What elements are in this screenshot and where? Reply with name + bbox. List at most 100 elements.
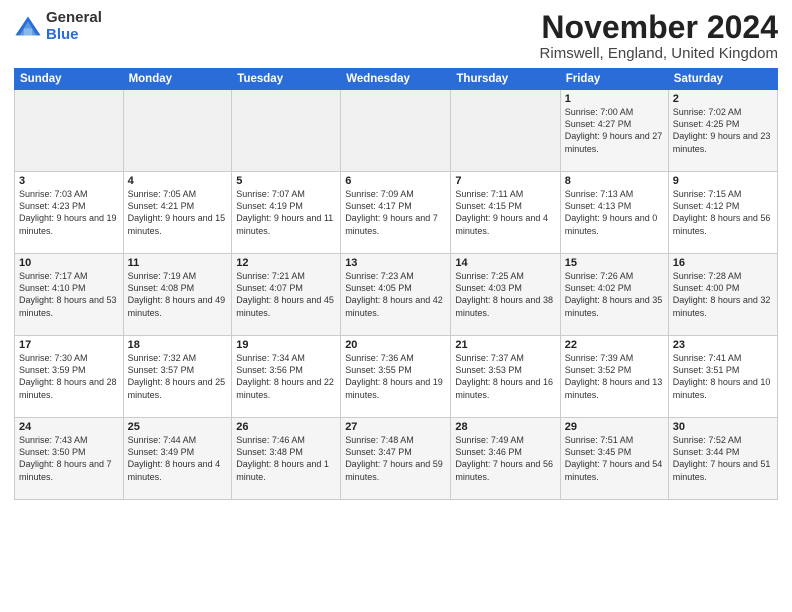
day-number: 4: [128, 175, 228, 187]
day-info: Sunrise: 7:02 AM Sunset: 4:25 PM Dayligh…: [673, 106, 773, 155]
table-row: 10Sunrise: 7:17 AM Sunset: 4:10 PM Dayli…: [15, 254, 124, 336]
day-number: 25: [128, 421, 228, 433]
day-number: 5: [236, 175, 336, 187]
table-row: 1Sunrise: 7:00 AM Sunset: 4:27 PM Daylig…: [560, 90, 668, 172]
table-row: 17Sunrise: 7:30 AM Sunset: 3:59 PM Dayli…: [15, 336, 124, 418]
col-tuesday: Tuesday: [232, 69, 341, 90]
day-number: 7: [455, 175, 555, 187]
table-row: 9Sunrise: 7:15 AM Sunset: 4:12 PM Daylig…: [668, 172, 777, 254]
day-info: Sunrise: 7:17 AM Sunset: 4:10 PM Dayligh…: [19, 270, 119, 319]
table-row: 19Sunrise: 7:34 AM Sunset: 3:56 PM Dayli…: [232, 336, 341, 418]
table-row: 3Sunrise: 7:03 AM Sunset: 4:23 PM Daylig…: [15, 172, 124, 254]
logo-blue: Blue: [46, 27, 102, 44]
day-info: Sunrise: 7:48 AM Sunset: 3:47 PM Dayligh…: [345, 434, 446, 483]
day-number: 20: [345, 339, 446, 351]
table-row: [341, 90, 451, 172]
calendar-week-row: 3Sunrise: 7:03 AM Sunset: 4:23 PM Daylig…: [15, 172, 778, 254]
table-row: 8Sunrise: 7:13 AM Sunset: 4:13 PM Daylig…: [560, 172, 668, 254]
table-row: 2Sunrise: 7:02 AM Sunset: 4:25 PM Daylig…: [668, 90, 777, 172]
day-info: Sunrise: 7:23 AM Sunset: 4:05 PM Dayligh…: [345, 270, 446, 319]
day-number: 17: [19, 339, 119, 351]
day-info: Sunrise: 7:44 AM Sunset: 3:49 PM Dayligh…: [128, 434, 228, 483]
day-info: Sunrise: 7:07 AM Sunset: 4:19 PM Dayligh…: [236, 188, 336, 237]
calendar: Sunday Monday Tuesday Wednesday Thursday…: [14, 68, 778, 500]
day-number: 29: [565, 421, 664, 433]
table-row: 7Sunrise: 7:11 AM Sunset: 4:15 PM Daylig…: [451, 172, 560, 254]
table-row: 16Sunrise: 7:28 AM Sunset: 4:00 PM Dayli…: [668, 254, 777, 336]
day-info: Sunrise: 7:46 AM Sunset: 3:48 PM Dayligh…: [236, 434, 336, 483]
day-number: 3: [19, 175, 119, 187]
table-row: 14Sunrise: 7:25 AM Sunset: 4:03 PM Dayli…: [451, 254, 560, 336]
day-info: Sunrise: 7:39 AM Sunset: 3:52 PM Dayligh…: [565, 352, 664, 401]
day-info: Sunrise: 7:28 AM Sunset: 4:00 PM Dayligh…: [673, 270, 773, 319]
day-number: 30: [673, 421, 773, 433]
page: General Blue November 2024 Rimswell, Eng…: [0, 0, 792, 612]
day-info: Sunrise: 7:09 AM Sunset: 4:17 PM Dayligh…: [345, 188, 446, 237]
day-info: Sunrise: 7:30 AM Sunset: 3:59 PM Dayligh…: [19, 352, 119, 401]
table-row: 30Sunrise: 7:52 AM Sunset: 3:44 PM Dayli…: [668, 418, 777, 500]
logo-general: General: [46, 10, 102, 27]
calendar-header-row: Sunday Monday Tuesday Wednesday Thursday…: [15, 69, 778, 90]
title-location: Rimswell, England, United Kingdom: [540, 45, 778, 62]
day-number: 24: [19, 421, 119, 433]
day-info: Sunrise: 7:15 AM Sunset: 4:12 PM Dayligh…: [673, 188, 773, 237]
day-number: 8: [565, 175, 664, 187]
day-number: 15: [565, 257, 664, 269]
col-wednesday: Wednesday: [341, 69, 451, 90]
col-thursday: Thursday: [451, 69, 560, 90]
table-row: [232, 90, 341, 172]
day-info: Sunrise: 7:19 AM Sunset: 4:08 PM Dayligh…: [128, 270, 228, 319]
col-saturday: Saturday: [668, 69, 777, 90]
day-info: Sunrise: 7:00 AM Sunset: 4:27 PM Dayligh…: [565, 106, 664, 155]
day-number: 1: [565, 93, 664, 105]
table-row: 13Sunrise: 7:23 AM Sunset: 4:05 PM Dayli…: [341, 254, 451, 336]
table-row: 26Sunrise: 7:46 AM Sunset: 3:48 PM Dayli…: [232, 418, 341, 500]
calendar-week-row: 1Sunrise: 7:00 AM Sunset: 4:27 PM Daylig…: [15, 90, 778, 172]
title-month: November 2024: [540, 10, 778, 45]
calendar-week-row: 10Sunrise: 7:17 AM Sunset: 4:10 PM Dayli…: [15, 254, 778, 336]
table-row: 5Sunrise: 7:07 AM Sunset: 4:19 PM Daylig…: [232, 172, 341, 254]
table-row: 24Sunrise: 7:43 AM Sunset: 3:50 PM Dayli…: [15, 418, 124, 500]
day-info: Sunrise: 7:52 AM Sunset: 3:44 PM Dayligh…: [673, 434, 773, 483]
table-row: 21Sunrise: 7:37 AM Sunset: 3:53 PM Dayli…: [451, 336, 560, 418]
day-number: 19: [236, 339, 336, 351]
day-info: Sunrise: 7:43 AM Sunset: 3:50 PM Dayligh…: [19, 434, 119, 483]
col-monday: Monday: [123, 69, 232, 90]
day-info: Sunrise: 7:32 AM Sunset: 3:57 PM Dayligh…: [128, 352, 228, 401]
table-row: 27Sunrise: 7:48 AM Sunset: 3:47 PM Dayli…: [341, 418, 451, 500]
calendar-week-row: 24Sunrise: 7:43 AM Sunset: 3:50 PM Dayli…: [15, 418, 778, 500]
table-row: 6Sunrise: 7:09 AM Sunset: 4:17 PM Daylig…: [341, 172, 451, 254]
day-info: Sunrise: 7:51 AM Sunset: 3:45 PM Dayligh…: [565, 434, 664, 483]
table-row: 15Sunrise: 7:26 AM Sunset: 4:02 PM Dayli…: [560, 254, 668, 336]
day-info: Sunrise: 7:05 AM Sunset: 4:21 PM Dayligh…: [128, 188, 228, 237]
logo-icon: [14, 13, 42, 41]
day-info: Sunrise: 7:26 AM Sunset: 4:02 PM Dayligh…: [565, 270, 664, 319]
day-number: 14: [455, 257, 555, 269]
day-number: 9: [673, 175, 773, 187]
day-number: 22: [565, 339, 664, 351]
table-row: 28Sunrise: 7:49 AM Sunset: 3:46 PM Dayli…: [451, 418, 560, 500]
day-info: Sunrise: 7:37 AM Sunset: 3:53 PM Dayligh…: [455, 352, 555, 401]
day-number: 6: [345, 175, 446, 187]
table-row: 4Sunrise: 7:05 AM Sunset: 4:21 PM Daylig…: [123, 172, 232, 254]
table-row: 18Sunrise: 7:32 AM Sunset: 3:57 PM Dayli…: [123, 336, 232, 418]
table-row: [15, 90, 124, 172]
day-info: Sunrise: 7:49 AM Sunset: 3:46 PM Dayligh…: [455, 434, 555, 483]
title-block: November 2024 Rimswell, England, United …: [540, 10, 778, 62]
day-info: Sunrise: 7:13 AM Sunset: 4:13 PM Dayligh…: [565, 188, 664, 237]
logo-text: General Blue: [46, 10, 102, 43]
day-number: 13: [345, 257, 446, 269]
table-row: 12Sunrise: 7:21 AM Sunset: 4:07 PM Dayli…: [232, 254, 341, 336]
table-row: 25Sunrise: 7:44 AM Sunset: 3:49 PM Dayli…: [123, 418, 232, 500]
header: General Blue November 2024 Rimswell, Eng…: [14, 10, 778, 62]
day-info: Sunrise: 7:41 AM Sunset: 3:51 PM Dayligh…: [673, 352, 773, 401]
table-row: 11Sunrise: 7:19 AM Sunset: 4:08 PM Dayli…: [123, 254, 232, 336]
col-friday: Friday: [560, 69, 668, 90]
table-row: 23Sunrise: 7:41 AM Sunset: 3:51 PM Dayli…: [668, 336, 777, 418]
table-row: 22Sunrise: 7:39 AM Sunset: 3:52 PM Dayli…: [560, 336, 668, 418]
day-number: 27: [345, 421, 446, 433]
day-info: Sunrise: 7:11 AM Sunset: 4:15 PM Dayligh…: [455, 188, 555, 237]
calendar-week-row: 17Sunrise: 7:30 AM Sunset: 3:59 PM Dayli…: [15, 336, 778, 418]
day-number: 23: [673, 339, 773, 351]
day-number: 18: [128, 339, 228, 351]
